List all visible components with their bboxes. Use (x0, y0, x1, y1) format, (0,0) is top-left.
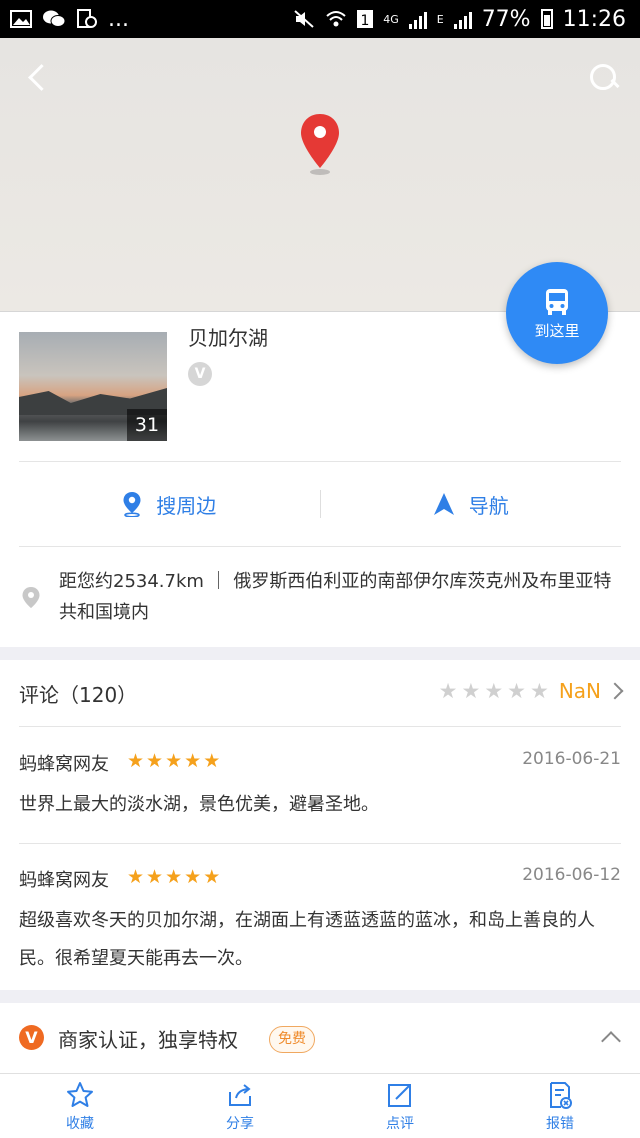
review-user: 蚂蜂窝网友 (19, 870, 109, 891)
reviews-rating: ★ ★ ★ ★ ★ NaN (438, 679, 624, 703)
place-title: 贝加尔湖 (188, 326, 268, 350)
place-actions: 搜周边 导航 (19, 461, 621, 547)
gallery-icon (10, 10, 32, 28)
reviews-section: 评论（120） ★ ★ ★ ★ ★ NaN 蚂蜂窝网友 ★ ★ ★ ★ ★ 20… (0, 660, 640, 990)
navigation-arrow-icon (433, 493, 454, 515)
star-icon: ★ (146, 866, 164, 888)
star-icon: ★ (127, 866, 145, 888)
network-4g: 4G (383, 12, 399, 26)
go-here-label: 到这里 (534, 322, 580, 340)
merchant-v-icon: V (19, 1025, 44, 1050)
reviews-header[interactable]: 评论（120） ★ ★ ★ ★ ★ NaN (19, 660, 624, 727)
sim-1-icon: 1 (357, 10, 374, 29)
clock-notification-icon (77, 9, 97, 28)
star-icon: ★ (184, 750, 202, 772)
chevron-up-icon[interactable] (601, 1031, 621, 1051)
report-label: 报错 (546, 1115, 574, 1132)
review-item[interactable]: 蚂蜂窝网友 ★ ★ ★ ★ ★ 2016-06-21 世界上最大的淡水湖，景色优… (19, 744, 621, 844)
review-stars: ★ ★ ★ ★ ★ (127, 866, 220, 888)
share-label: 分享 (226, 1115, 254, 1132)
verified-badge: V (188, 362, 212, 386)
wechat-icon (43, 10, 66, 27)
status-right: 1 4G E 77% 11:26 (293, 7, 626, 32)
star-icon: ★ (127, 750, 145, 772)
star-icon: ★ (203, 866, 221, 888)
review-stars: ★ ★ ★ ★ ★ (127, 750, 220, 772)
star-icon (67, 1081, 93, 1107)
network-e: E (436, 12, 444, 26)
photo-count: 31 (127, 409, 167, 441)
share-button[interactable]: 分享 (160, 1074, 320, 1138)
navigate-label: 导航 (468, 493, 509, 518)
report-button[interactable]: 报错 (480, 1074, 640, 1138)
favorite-label: 收藏 (66, 1115, 94, 1132)
report-icon (550, 1081, 572, 1109)
bus-icon (546, 289, 568, 315)
place-photo[interactable]: 31 (19, 332, 167, 441)
edit-icon (388, 1083, 411, 1107)
star-empty-icon: ★ (484, 679, 504, 703)
comment-button[interactable]: 点评 (320, 1074, 480, 1138)
review-text: 超级喜欢冬天的贝加尔湖，在湖面上有透蓝透蓝的蓝冰，和岛上善良的人民。很希望夏天能… (19, 910, 595, 969)
go-here-button[interactable]: 到这里 (506, 262, 608, 364)
search-button[interactable] (586, 60, 622, 96)
signal-icon (408, 9, 427, 29)
star-icon: ★ (165, 866, 183, 888)
review-item[interactable]: 蚂蜂窝网友 ★ ★ ★ ★ ★ 2016-06-12 超级喜欢冬天的贝加尔湖，在… (19, 860, 621, 980)
chevron-right-icon (606, 682, 624, 700)
search-nearby-label: 搜周边 (156, 493, 217, 518)
merchant-text: 商家认证，独享特权 (58, 1028, 238, 1052)
signal-2-icon (453, 9, 472, 29)
rating-score: NaN (558, 679, 601, 703)
navigate-button[interactable]: 导航 (321, 462, 622, 546)
search-nearby-button[interactable]: 搜周边 (19, 462, 320, 546)
star-empty-icon: ★ (461, 679, 481, 703)
bottom-toolbar: 收藏 分享 点评 报错 (0, 1073, 640, 1138)
address-text: 距您约2534.7km ｜ 俄罗斯西伯利亚的南部伊尔库茨克州及布里亚特共和国境内 (59, 571, 612, 623)
status-left: ... (10, 7, 129, 32)
review-text: 世界上最大的淡水湖，景色优美，避暑圣地。 (19, 794, 379, 815)
address-pin-icon (22, 587, 40, 608)
reviews-title: 评论（120） (19, 683, 138, 707)
battery-icon (540, 9, 553, 29)
status-more: ... (108, 6, 129, 32)
star-empty-icon: ★ (507, 679, 526, 703)
location-pin-icon (123, 492, 141, 517)
star-icon: ★ (184, 866, 202, 888)
back-button[interactable] (22, 60, 58, 96)
mute-icon (294, 10, 314, 28)
merchant-certification-row[interactable]: V 商家认证，独享特权 免费 (0, 1003, 640, 1073)
review-date: 2016-06-21 (522, 749, 621, 769)
comment-label: 点评 (386, 1115, 414, 1132)
status-bar: ... 1 4G E 77% 11:26 (0, 0, 640, 38)
free-badge: 免费 (269, 1026, 315, 1053)
map-pin-icon (301, 114, 339, 175)
favorite-button[interactable]: 收藏 (0, 1074, 160, 1138)
svg-text:1: 1 (361, 13, 370, 29)
wifi-icon (326, 11, 346, 27)
star-icon: ★ (165, 750, 183, 772)
star-empty-icon: ★ (438, 679, 458, 703)
star-empty-icon: ★ (529, 679, 549, 703)
battery-percent: 77% (481, 6, 531, 32)
status-time: 11:26 (562, 6, 626, 32)
review-date: 2016-06-12 (522, 865, 621, 885)
review-user: 蚂蜂窝网友 (19, 754, 109, 775)
share-icon (229, 1083, 251, 1106)
star-icon: ★ (146, 750, 164, 772)
star-icon: ★ (203, 750, 221, 772)
